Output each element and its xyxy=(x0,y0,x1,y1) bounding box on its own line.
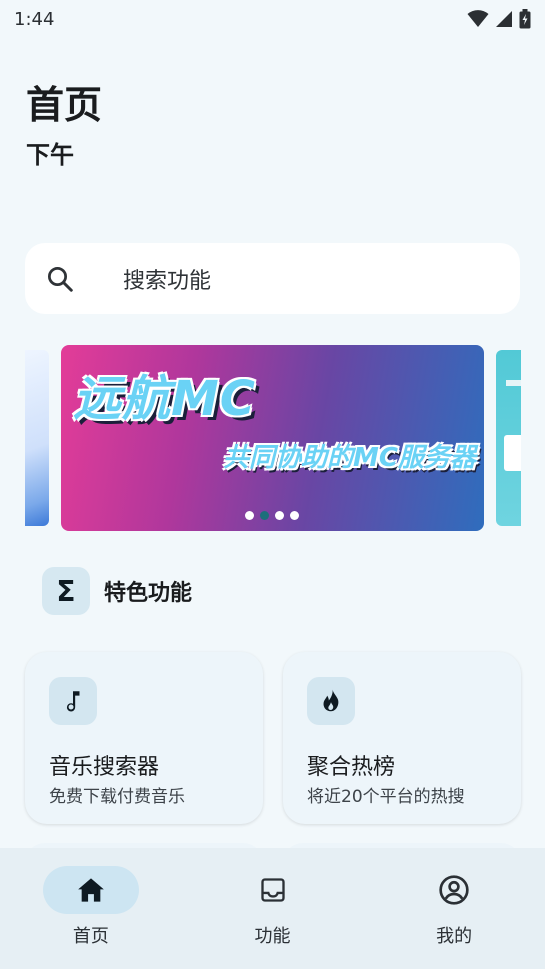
nav-label: 功能 xyxy=(254,926,291,947)
page-subtitle: 下午 xyxy=(26,141,74,169)
nav-item-home[interactable]: 首页 xyxy=(0,848,182,969)
nav-label: 首页 xyxy=(72,926,109,947)
nav-pill xyxy=(225,866,321,914)
nav-active-indicator xyxy=(42,866,139,914)
feature-card-title: 聚合热榜 xyxy=(307,755,396,780)
inbox-icon xyxy=(260,878,285,902)
banner-peek-previous[interactable] xyxy=(25,350,49,526)
banner-title: 远航MC xyxy=(73,371,256,427)
sigma-icon: Σ xyxy=(42,567,90,615)
feature-card-title: 音乐搜索器 xyxy=(49,755,160,780)
feature-card-hot-list[interactable]: 聚合热榜 将近20个平台的热搜 xyxy=(283,652,521,824)
fire-icon xyxy=(307,677,355,725)
section-header: Σ 特色功能 xyxy=(42,567,192,615)
search-bar[interactable]: 搜索功能 xyxy=(25,243,520,314)
section-title: 特色功能 xyxy=(104,581,193,606)
feature-card-music-search[interactable]: 音乐搜索器 免费下载付费音乐 xyxy=(25,652,263,824)
bottom-navigation: 首页 功能 我的 xyxy=(0,848,545,969)
wifi-icon xyxy=(467,10,489,27)
home-icon xyxy=(77,878,104,902)
carousel-dot[interactable] xyxy=(245,511,254,520)
page-title: 首页 xyxy=(26,83,103,127)
search-placeholder: 搜索功能 xyxy=(123,268,212,294)
banner-slide[interactable]: 远航MC 共同协助的MC服务器 xyxy=(61,345,484,531)
banner-carousel[interactable]: 远航MC 共同协助的MC服务器 xyxy=(0,345,545,531)
banner-peek-fragment xyxy=(504,435,521,471)
status-icons xyxy=(467,9,531,29)
account-icon xyxy=(439,875,469,905)
cellular-signal-icon xyxy=(496,11,512,27)
battery-icon xyxy=(519,9,531,29)
nav-pill xyxy=(406,866,502,914)
music-note-icon xyxy=(49,677,97,725)
carousel-dot[interactable] xyxy=(290,511,299,520)
feature-card-desc: 将近20个平台的热搜 xyxy=(307,787,465,807)
nav-item-features[interactable]: 功能 xyxy=(182,848,364,969)
search-icon xyxy=(25,264,95,294)
carousel-dot-active[interactable] xyxy=(260,511,269,520)
carousel-dot[interactable] xyxy=(275,511,284,520)
banner-subtitle: 共同协助的MC服务器 xyxy=(223,443,476,473)
feature-card-desc: 免费下载付费音乐 xyxy=(49,787,185,807)
banner-peek-fragment xyxy=(506,380,521,386)
nav-item-profile[interactable]: 我的 xyxy=(363,848,545,969)
nav-label: 我的 xyxy=(436,926,473,947)
status-bar: 1:44 xyxy=(0,0,545,38)
banner-peek-next[interactable] xyxy=(496,350,521,526)
carousel-indicator xyxy=(245,511,299,520)
status-time: 1:44 xyxy=(14,8,55,30)
